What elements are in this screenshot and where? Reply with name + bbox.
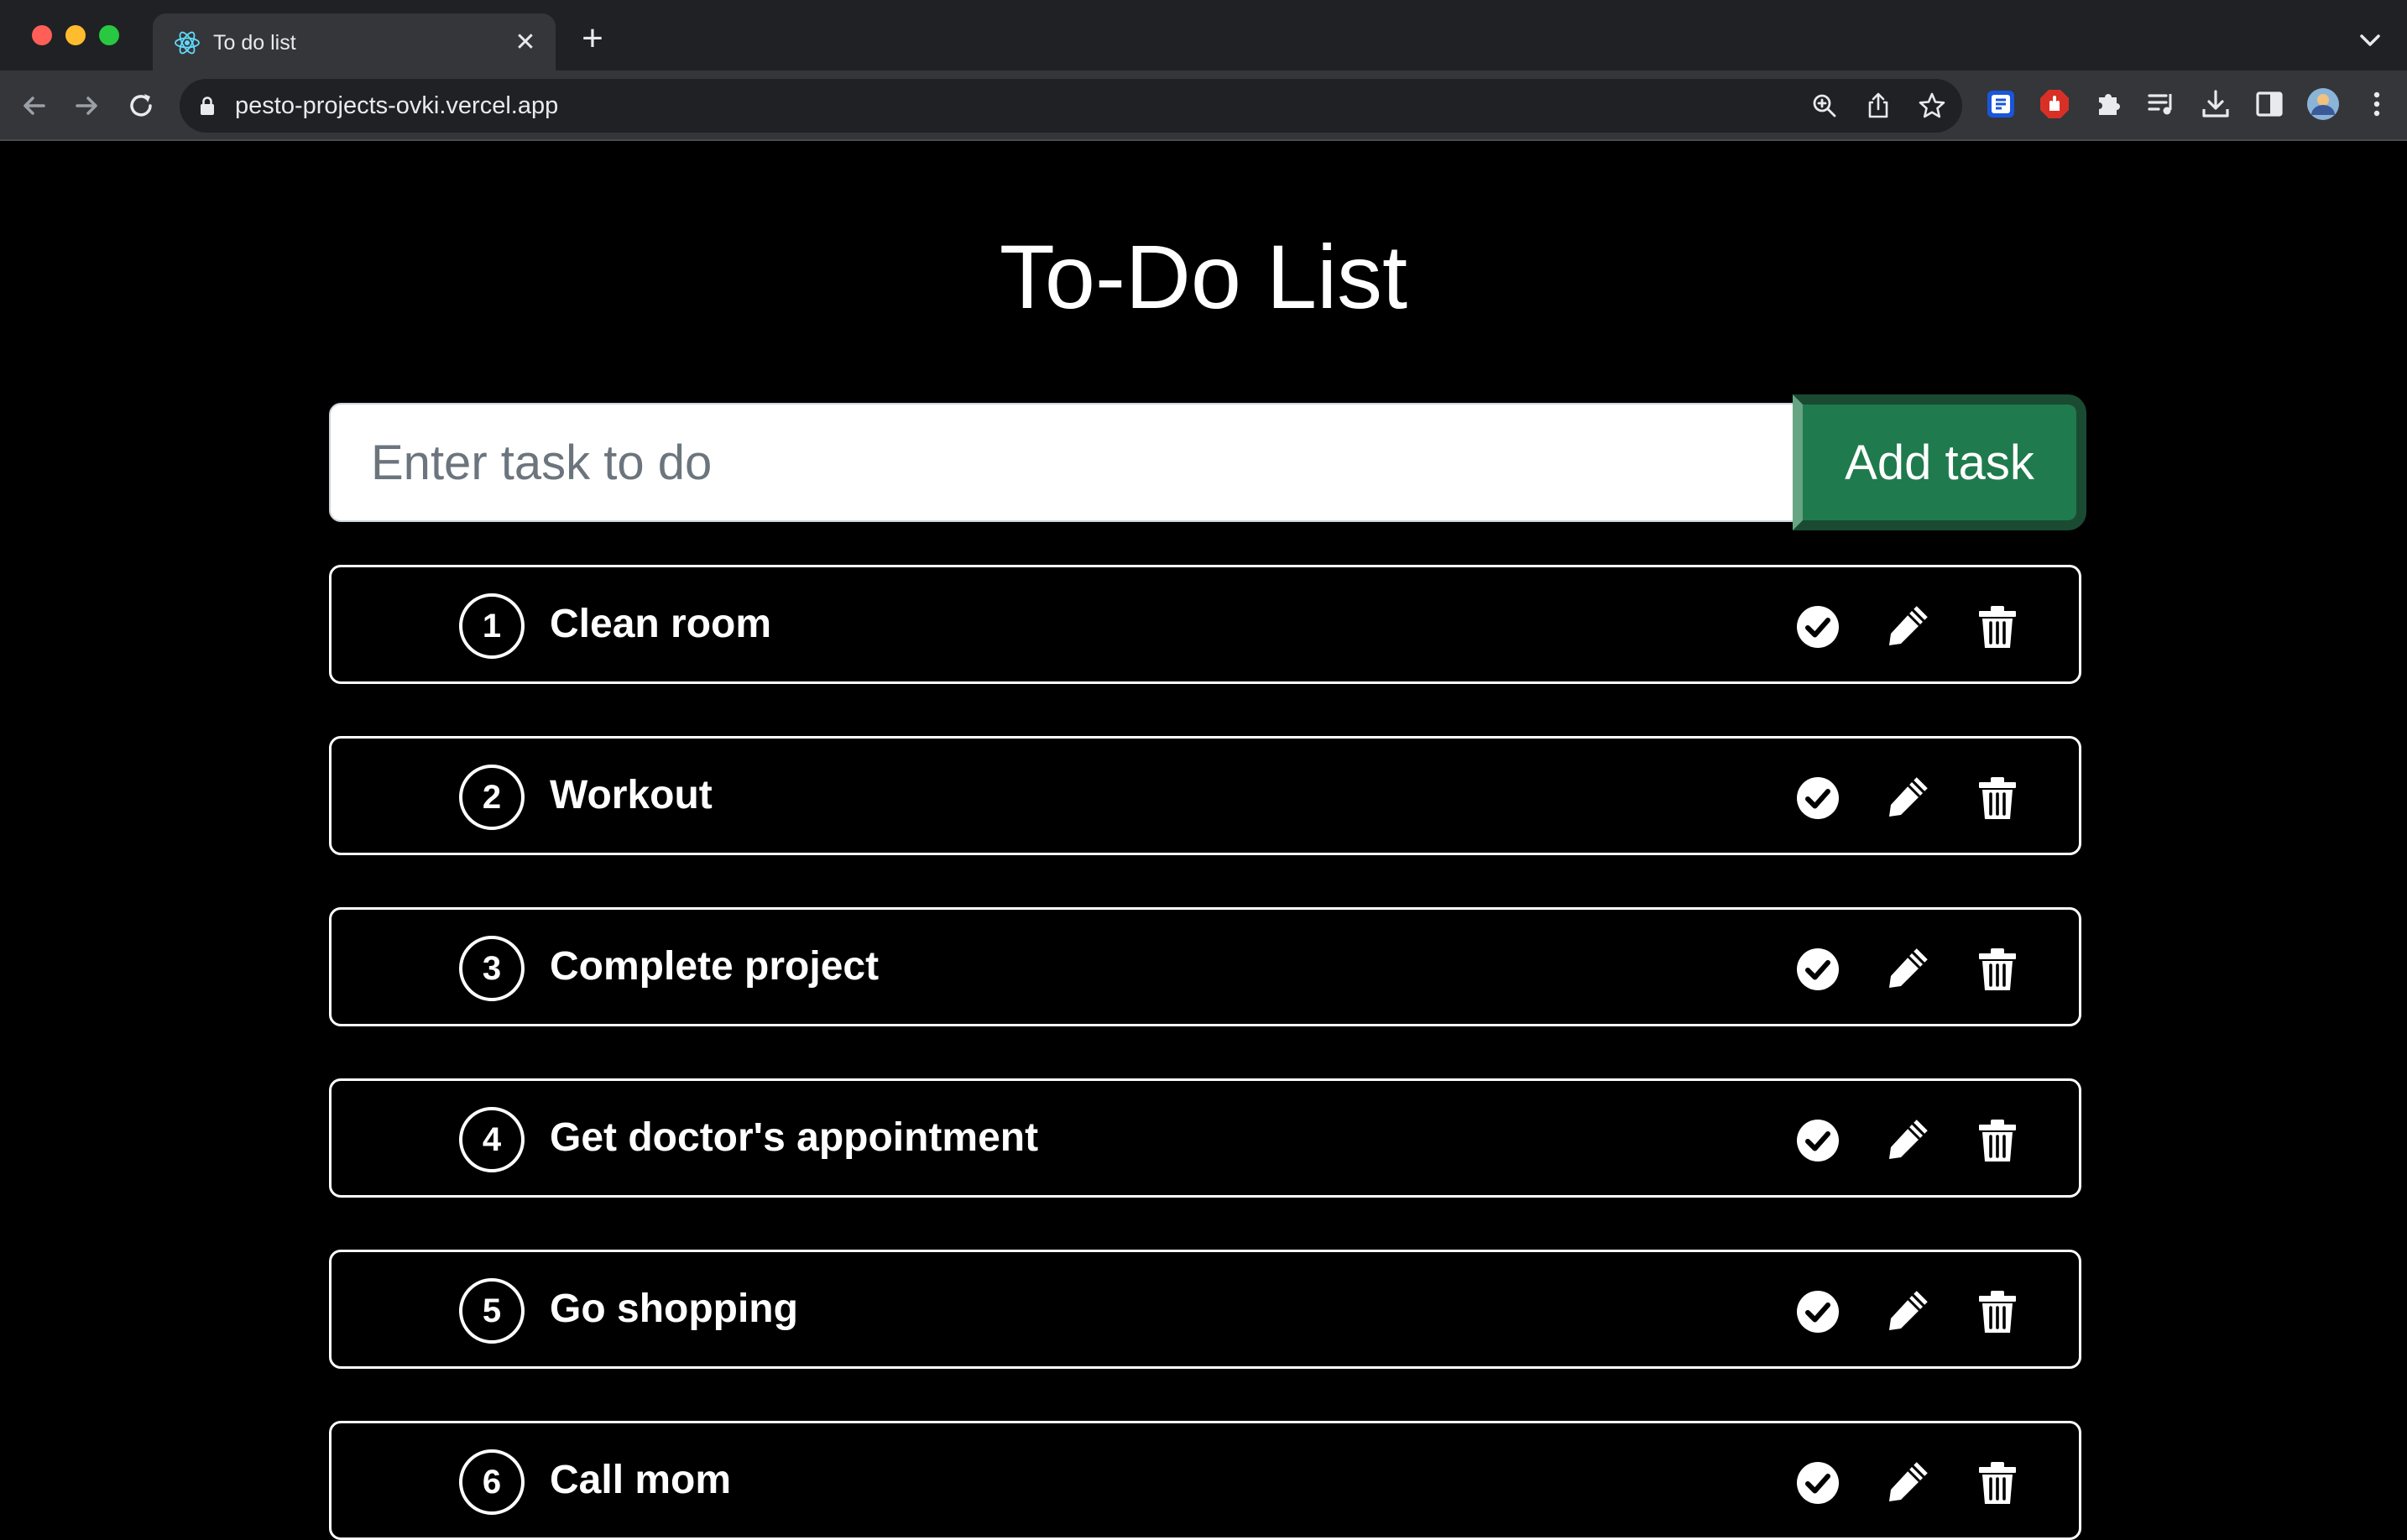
trash-icon[interactable]	[1975, 947, 2020, 992]
task-text: Workout	[550, 773, 713, 817]
task-item: 6 Call mom	[329, 1421, 2081, 1540]
task-number: 6	[459, 1449, 525, 1515]
task-text: Complete project	[550, 944, 880, 989]
browser-tab-bar: To do list ✕ +	[0, 0, 2407, 70]
task-text: Go shopping	[550, 1287, 798, 1331]
check-circle-icon[interactable]	[1795, 947, 1840, 992]
address-bar[interactable]: pesto-projects-ovki.vercel.app	[180, 79, 1962, 133]
url-text: pesto-projects-ovki.vercel.app	[235, 92, 559, 119]
star-icon[interactable]	[1917, 91, 1947, 121]
pencil-icon[interactable]	[1884, 1118, 1929, 1163]
add-task-form: Add task	[329, 394, 2091, 530]
password-manager-icon[interactable]	[1984, 87, 2018, 121]
task-text: Call mom	[550, 1458, 732, 1502]
lock-icon[interactable]	[198, 96, 217, 116]
check-circle-icon[interactable]	[1795, 1118, 1840, 1163]
new-tab-button[interactable]: +	[574, 20, 611, 59]
trash-icon[interactable]	[1975, 1118, 2020, 1163]
side-panel-icon[interactable]	[2253, 87, 2286, 121]
trash-icon[interactable]	[1975, 775, 2020, 821]
check-circle-icon[interactable]	[1795, 1460, 1840, 1506]
pencil-icon[interactable]	[1884, 1460, 1929, 1506]
download-icon[interactable]	[2199, 87, 2232, 121]
task-number: 1	[459, 593, 525, 659]
share-icon[interactable]	[1863, 91, 1893, 121]
check-circle-icon[interactable]	[1795, 604, 1840, 650]
task-item: 5 Go shopping	[329, 1250, 2081, 1369]
trash-icon[interactable]	[1975, 1289, 2020, 1334]
maximize-window-button[interactable]	[99, 25, 119, 45]
pencil-icon[interactable]	[1884, 775, 1929, 821]
minimize-window-button[interactable]	[65, 25, 86, 45]
more-menu-icon[interactable]	[2360, 87, 2394, 121]
adblock-icon[interactable]	[2038, 87, 2071, 121]
task-number: 5	[459, 1278, 525, 1344]
task-item: 4 Get doctor's appointment	[329, 1078, 2081, 1198]
pencil-icon[interactable]	[1884, 947, 1929, 992]
tab-title: To do list	[213, 31, 296, 55]
check-circle-icon[interactable]	[1795, 775, 1840, 821]
check-circle-icon[interactable]	[1795, 1289, 1840, 1334]
reload-icon[interactable]	[124, 89, 158, 123]
task-item: 2 Workout	[329, 736, 2081, 855]
task-text: Get doctor's appointment	[550, 1115, 1039, 1160]
trash-icon[interactable]	[1975, 604, 2020, 650]
chevron-down-icon[interactable]	[2353, 23, 2387, 57]
media-control-icon[interactable]	[2145, 87, 2179, 121]
tab-close-icon[interactable]: ✕	[510, 28, 540, 58]
task-number: 2	[459, 765, 525, 830]
task-number: 3	[459, 936, 525, 1001]
profile-avatar-icon[interactable]	[2306, 87, 2340, 121]
browser-tab[interactable]: To do list ✕	[153, 13, 556, 70]
page-content: To-Do List Add task 1 Clean room 2 Worko…	[0, 143, 2407, 1540]
back-arrow-icon[interactable]	[17, 89, 50, 123]
task-item: 3 Complete project	[329, 907, 2081, 1026]
task-number: 4	[459, 1107, 525, 1172]
close-window-button[interactable]	[32, 25, 52, 45]
task-input[interactable]	[329, 403, 1806, 522]
extensions-puzzle-icon[interactable]	[2091, 87, 2125, 121]
zoom-icon[interactable]	[1809, 91, 1840, 121]
pencil-icon[interactable]	[1884, 604, 1929, 650]
page-title: To-Do List	[999, 226, 1408, 327]
task-text: Clean room	[550, 602, 772, 646]
trash-icon[interactable]	[1975, 1460, 2020, 1506]
add-task-button[interactable]: Add task	[1793, 394, 2086, 530]
react-icon	[175, 31, 200, 55]
pencil-icon[interactable]	[1884, 1289, 1929, 1334]
task-item: 1 Clean room	[329, 565, 2081, 684]
forward-arrow-icon[interactable]	[70, 89, 104, 123]
